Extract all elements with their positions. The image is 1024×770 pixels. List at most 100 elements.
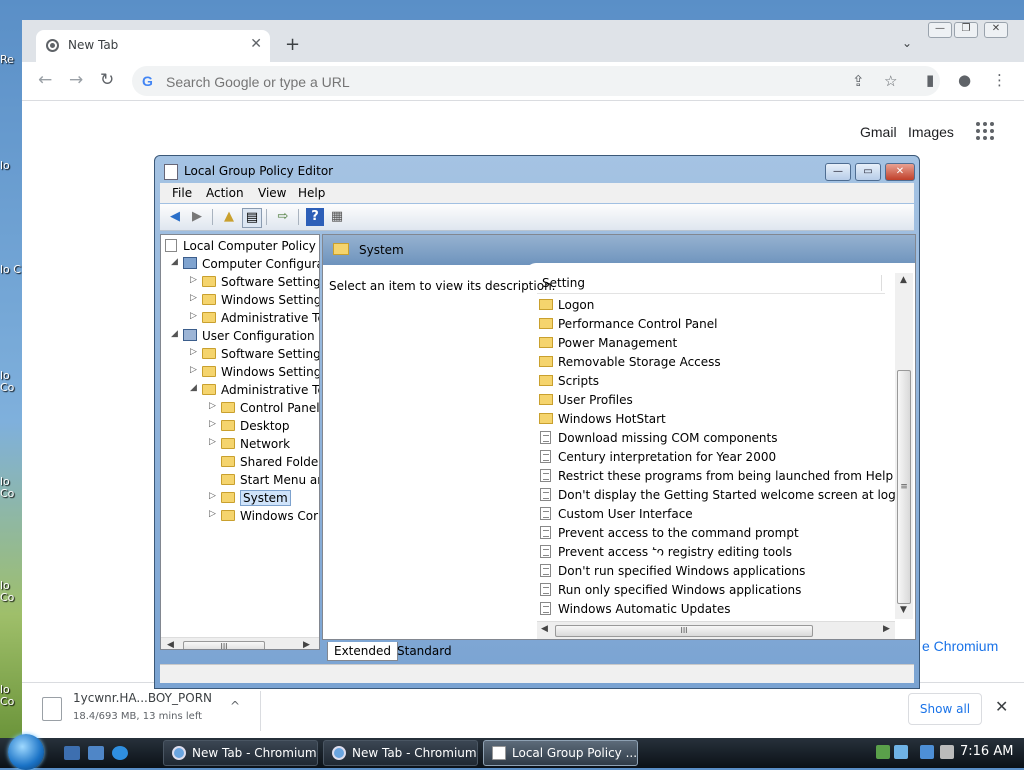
expand-arrow-icon[interactable]: ▷ xyxy=(190,347,200,357)
tab-standard[interactable]: Standard xyxy=(391,642,458,660)
menu-action[interactable]: Action xyxy=(206,186,244,200)
maximize-button[interactable]: ▭ xyxy=(855,163,881,181)
bookmark-star-icon[interactable]: ☆ xyxy=(884,72,897,90)
start-button[interactable] xyxy=(8,734,44,770)
setting-row[interactable]: Removable Storage Access xyxy=(539,352,879,371)
setting-row[interactable]: Download missing COM components xyxy=(539,428,879,447)
collapse-arrow-icon[interactable]: ◢ xyxy=(171,329,181,339)
side-panel-icon[interactable]: ▮ xyxy=(926,71,934,89)
close-button[interactable]: ✕ xyxy=(984,22,1008,38)
clock[interactable]: 7:16 AM xyxy=(960,744,1013,759)
up-folder-icon[interactable]: ▲ xyxy=(220,208,238,226)
setting-row[interactable]: User Profiles xyxy=(539,390,879,409)
show-hide-tree-icon[interactable]: ▤ xyxy=(242,208,262,228)
expand-arrow-icon[interactable]: ▷ xyxy=(190,365,200,375)
forward-icon[interactable]: ▶ xyxy=(188,208,206,226)
reload-icon[interactable]: ↻ xyxy=(100,70,114,90)
scroll-up-icon[interactable]: ▲ xyxy=(900,275,907,285)
properties-icon[interactable]: ▦ xyxy=(328,208,346,226)
minimize-button[interactable]: — xyxy=(825,163,851,181)
share-icon[interactable]: ⇪ xyxy=(852,72,865,90)
expand-arrow-icon[interactable]: ▷ xyxy=(209,491,219,501)
images-link[interactable]: Images xyxy=(908,124,954,140)
expand-arrow-icon[interactable]: ▷ xyxy=(209,419,219,429)
security-tray-icon[interactable] xyxy=(894,745,908,759)
scroll-left-icon[interactable]: ◀ xyxy=(167,640,174,649)
expand-arrow-icon[interactable]: ▷ xyxy=(190,275,200,285)
omnibox[interactable]: G ⇪ ☆ xyxy=(132,66,940,96)
expand-arrow-icon[interactable]: ▷ xyxy=(209,401,219,411)
show-all-button[interactable]: Show all xyxy=(908,693,982,725)
expand-arrow-icon[interactable]: ▷ xyxy=(209,509,219,519)
menu-file[interactable]: File xyxy=(172,186,192,200)
action-center-tray-icon[interactable] xyxy=(920,745,934,759)
close-shelf-icon[interactable]: ✕ xyxy=(995,697,1008,716)
help-icon[interactable]: ? xyxy=(306,208,324,226)
forward-arrow-icon[interactable]: → xyxy=(69,70,83,90)
menu-view[interactable]: View xyxy=(258,186,286,200)
back-arrow-icon[interactable]: ← xyxy=(38,70,52,90)
show-desktop-icon[interactable] xyxy=(64,746,80,760)
setting-row[interactable]: Don't display the Getting Started welcom… xyxy=(539,485,911,504)
google-apps-grid-icon[interactable] xyxy=(976,122,994,140)
gmail-link[interactable]: Gmail xyxy=(860,124,897,140)
collapse-arrow-icon[interactable]: ◢ xyxy=(171,257,181,267)
minimize-button[interactable]: — xyxy=(928,22,952,38)
scrollbar-thumb[interactable]: ≡ xyxy=(897,370,911,604)
scroll-left-icon[interactable]: ◀ xyxy=(541,624,548,634)
tab-search-chevron-icon[interactable]: ⌄ xyxy=(902,36,912,50)
switch-windows-icon[interactable] xyxy=(88,746,104,760)
menu-kebab-icon[interactable]: ⋮ xyxy=(992,71,1007,89)
scroll-down-icon[interactable]: ▼ xyxy=(900,605,907,615)
setting-row[interactable]: Don't run specified Windows applications xyxy=(539,561,879,580)
taskbar-item-group-policy[interactable]: Local Group Policy ... xyxy=(483,740,638,766)
scrollbar-thumb[interactable]: III xyxy=(183,641,265,649)
horizontal-scrollbar[interactable]: ◀ III ▶ xyxy=(161,637,319,649)
tree-node-label: Control Panel xyxy=(240,401,320,415)
download-shelf: 1ycwnr.HA...BOY_PORN 18.4/693 MB, 13 min… xyxy=(22,682,1024,739)
tree-node-label: Desktop xyxy=(240,419,290,433)
setting-row[interactable]: Power Management xyxy=(539,333,879,352)
customize-chromium-link[interactable]: e Chromium xyxy=(922,638,998,654)
volume-muted-icon[interactable] xyxy=(940,745,954,759)
expand-arrow-icon[interactable]: ▷ xyxy=(190,311,200,321)
download-menu-chevron-icon[interactable]: ^ xyxy=(230,699,240,713)
setting-row[interactable]: Prevent access to registry editing tools xyxy=(539,542,879,561)
back-icon[interactable]: ◀ xyxy=(166,208,184,226)
close-button[interactable]: ✕ xyxy=(885,163,915,181)
setting-row[interactable]: Custom User Interface xyxy=(539,504,879,523)
tab-extended[interactable]: Extended xyxy=(327,642,398,661)
address-input[interactable] xyxy=(164,71,768,93)
setting-row[interactable]: Century interpretation for Year 2000 xyxy=(539,447,879,466)
scroll-right-icon[interactable]: ▶ xyxy=(883,624,890,634)
desktop-icon-label: lo Co xyxy=(0,580,15,604)
setting-row[interactable]: Prevent access to the command prompt xyxy=(539,523,879,542)
export-list-icon[interactable]: ⇨ xyxy=(274,208,292,226)
network-tray-icon[interactable] xyxy=(876,745,890,759)
download-filename[interactable]: 1ycwnr.HA...BOY_PORN xyxy=(73,691,212,705)
column-header-setting[interactable]: Setting xyxy=(537,271,885,294)
setting-row[interactable]: Run only specified Windows applications xyxy=(539,580,879,599)
horizontal-scrollbar[interactable]: ◀ III ▶ xyxy=(537,621,895,639)
expand-arrow-icon[interactable]: ▷ xyxy=(190,293,200,303)
expand-arrow-icon[interactable]: ▷ xyxy=(209,437,219,447)
menu-help[interactable]: Help xyxy=(298,186,325,200)
tab-close-icon[interactable]: ✕ xyxy=(250,36,262,52)
tab-new-tab[interactable]: New Tab ✕ xyxy=(36,30,270,62)
vertical-scrollbar[interactable]: ▲ ≡ ▼ xyxy=(895,273,913,619)
taskbar-item-chromium[interactable]: New Tab - Chromium xyxy=(323,740,478,766)
setting-row[interactable]: Performance Control Panel xyxy=(539,314,879,333)
scrollbar-thumb[interactable]: III xyxy=(555,625,813,637)
taskbar-item-chromium[interactable]: New Tab - Chromium xyxy=(163,740,318,766)
profile-avatar-icon[interactable]: ● xyxy=(958,71,971,89)
internet-explorer-icon[interactable] xyxy=(112,746,128,760)
setting-row[interactable]: Logon xyxy=(539,295,879,314)
setting-row[interactable]: Windows HotStart xyxy=(539,409,879,428)
setting-row[interactable]: Scripts xyxy=(539,371,879,390)
scroll-right-icon[interactable]: ▶ xyxy=(303,640,310,649)
new-tab-button[interactable]: + xyxy=(285,34,300,55)
collapse-arrow-icon[interactable]: ◢ xyxy=(190,383,200,393)
setting-row[interactable]: Windows Automatic Updates xyxy=(539,599,879,618)
maximize-button[interactable]: ❐ xyxy=(954,22,978,38)
setting-row[interactable]: Restrict these programs from being launc… xyxy=(539,466,893,485)
